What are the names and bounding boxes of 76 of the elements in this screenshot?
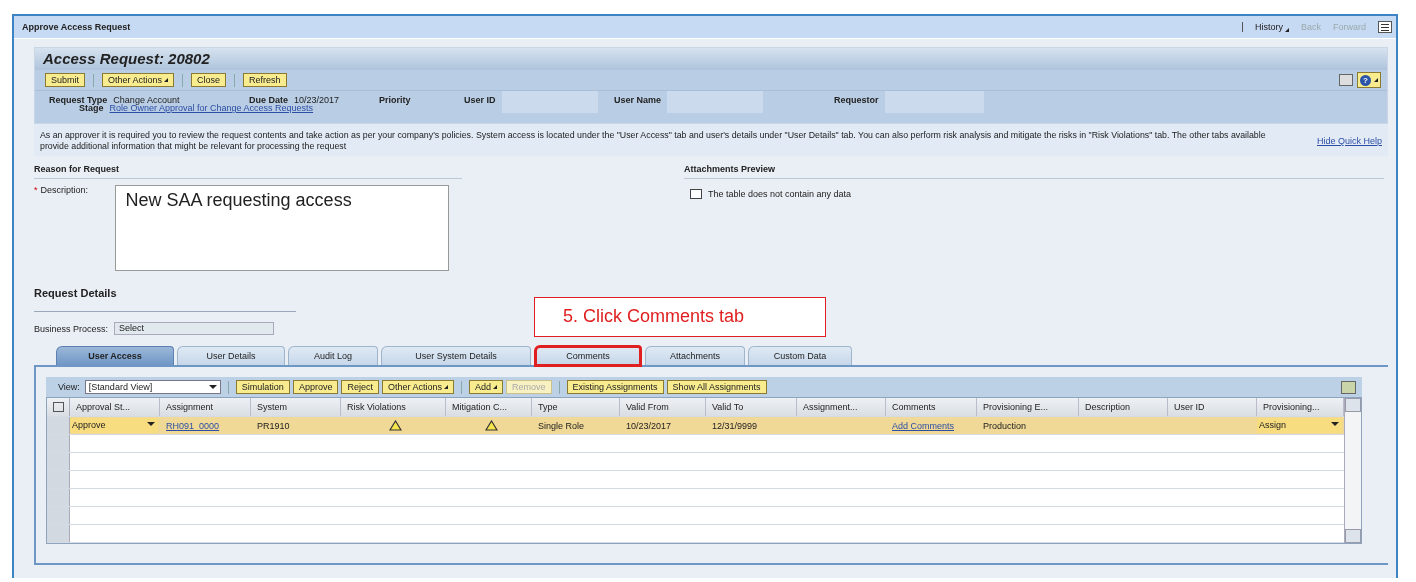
toolbar-button[interactable]: Approve <box>292 380 339 394</box>
field-label: Business Process: <box>34 323 109 334</box>
hide-quick-help-link[interactable]: Hide Quick Help <box>1316 136 1382 146</box>
action-button[interactable]: Submit <box>45 73 85 87</box>
toolbar-button[interactable]: Simulation <box>235 380 290 394</box>
table-link[interactable]: RH091_0000 <box>166 420 220 431</box>
view-dropdown[interactable]: [Standard View] <box>84 380 221 394</box>
toolbar-button[interactable]: Existing Assignments <box>566 380 664 394</box>
business-process-field[interactable]: Select <box>114 322 275 335</box>
tab[interactable]: Comments <box>534 345 642 367</box>
tab[interactable]: User Access <box>56 346 174 365</box>
page-title: Access Request: 20802 <box>35 48 1387 70</box>
field-label: User ID <box>464 95 496 105</box>
field-label: Priority <box>379 95 411 105</box>
column-header[interactable]: Risk Violations <box>341 398 446 416</box>
field-label: User Name <box>614 95 662 105</box>
field-label: Requestor <box>834 95 879 105</box>
column-header[interactable]: System <box>251 398 341 416</box>
column-header[interactable]: Provisioning E... <box>977 398 1079 416</box>
column-header[interactable]: Type <box>532 398 620 416</box>
annotation-callout: 5. Click Comments tab <box>534 297 826 337</box>
info-icon <box>690 189 702 199</box>
field-label: Due Date <box>249 95 288 105</box>
warning-icon <box>389 420 402 431</box>
column-header[interactable]: Assignment <box>160 398 251 416</box>
print-icon[interactable] <box>1339 74 1353 86</box>
column-header[interactable]: User ID <box>1168 398 1257 416</box>
menu-icon[interactable] <box>1378 21 1392 33</box>
status-dropdown[interactable]: Approve <box>70 418 158 433</box>
field-value: Change Account <box>113 95 180 105</box>
scrollbar[interactable] <box>1344 398 1361 543</box>
toolbar-button[interactable]: Reject <box>341 380 379 394</box>
table-link[interactable]: Add Comments <box>892 420 955 431</box>
view-label: View: <box>58 382 80 392</box>
warning-icon <box>484 420 498 431</box>
column-header[interactable]: Description <box>1079 398 1168 416</box>
tab[interactable]: Attachments <box>645 346 745 365</box>
tab[interactable]: Custom Data <box>748 346 852 365</box>
column-header[interactable]: Valid From <box>620 398 706 416</box>
column-header[interactable]: Mitigation C... <box>446 398 532 416</box>
toolbar-button[interactable]: Other Actions <box>381 380 454 394</box>
table-cell: Single Role <box>538 420 585 431</box>
description-label: Description: <box>40 185 90 195</box>
column-header[interactable]: Comments <box>886 398 977 416</box>
toolbar-button[interactable]: Show All Assignments <box>666 380 767 394</box>
action-button[interactable]: Close <box>191 73 227 87</box>
table-cell: 10/23/2017 <box>626 420 672 431</box>
nav-link[interactable]: History <box>1254 22 1289 32</box>
status-dropdown[interactable]: Assign <box>1257 418 1342 433</box>
required-mark: * <box>34 185 38 195</box>
tab[interactable]: User Details <box>177 346 285 365</box>
tab[interactable]: User System Details <box>381 346 531 365</box>
table-cell: PR1910 <box>257 420 290 431</box>
help-button[interactable]: ? <box>1357 72 1381 88</box>
settings-icon[interactable] <box>1341 380 1356 394</box>
row-selector[interactable] <box>47 417 70 434</box>
field-label: Request Type <box>49 95 108 105</box>
tab[interactable]: Audit Log <box>288 346 378 365</box>
window-title: Approve Access Request <box>22 22 131 32</box>
quick-help-text: As an approver it is required you to review the request contents and take action as per your company's policies. System access is located under the "User Access" tab and user's details under "User Details" tab. You can also perform risk analysis and mitigate the risks in "Risk Violations" tab. The other tabs available provide additional information that might be relevant for processing the request <box>40 130 1267 152</box>
section-heading: Reason for Request <box>34 164 462 179</box>
field-value: 10/23/2017 <box>294 95 340 105</box>
section-heading: Request Details <box>34 285 296 312</box>
column-header[interactable]: Assignment... <box>797 398 886 416</box>
column-header[interactable]: Valid To <box>706 398 797 416</box>
action-button[interactable]: Refresh <box>243 73 287 87</box>
table-cell: Production <box>983 420 1027 431</box>
action-button[interactable]: Other Actions <box>102 73 175 87</box>
toolbar-button[interactable]: Add <box>468 380 503 394</box>
column-header[interactable]: Approval St... <box>70 398 160 416</box>
section-heading: Attachments Preview <box>684 164 1384 179</box>
table-cell: 12/31/9999 <box>712 420 758 431</box>
row-selector[interactable] <box>47 525 70 542</box>
select-all-icon[interactable] <box>52 402 64 412</box>
description-field[interactable]: New SAA requesting access <box>114 185 449 271</box>
empty-table-message: The table does not contain any data <box>708 189 852 199</box>
